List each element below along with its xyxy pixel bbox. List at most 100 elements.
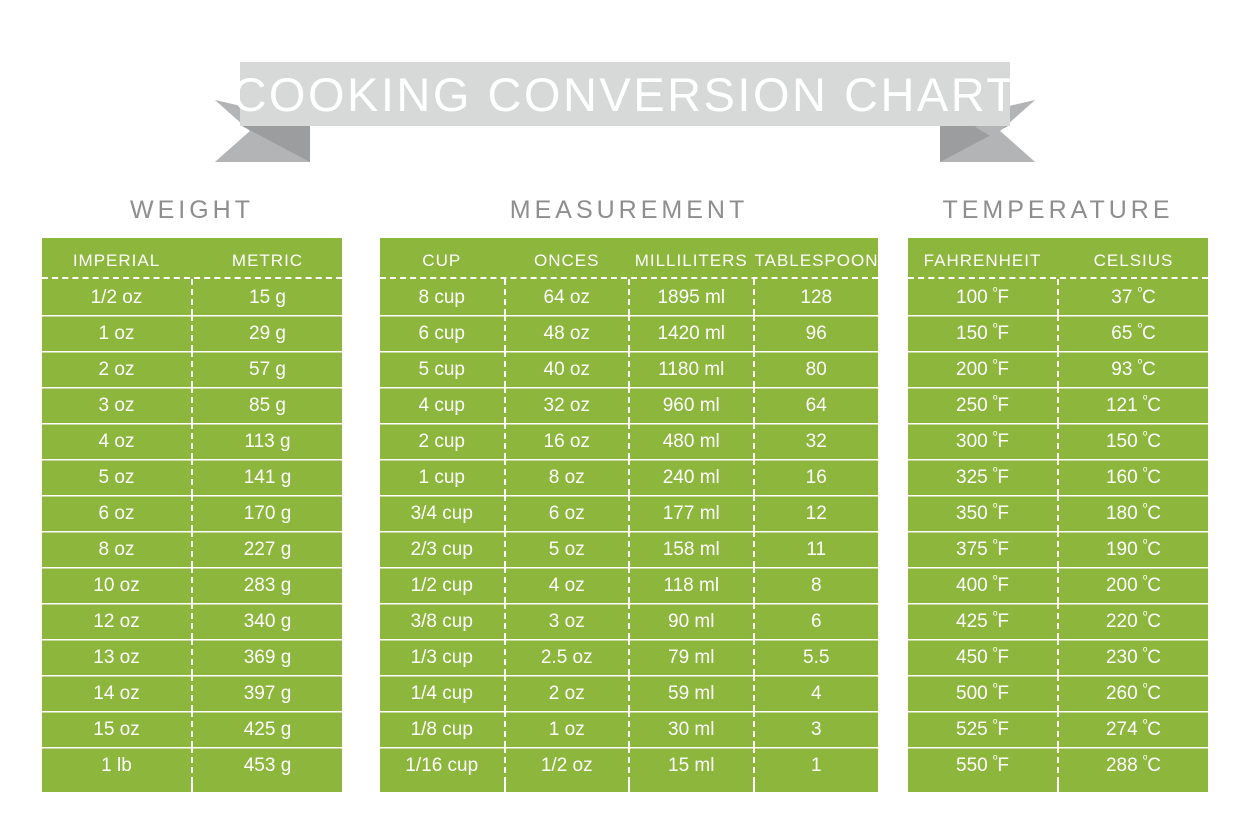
- table-cell: 300 ºF: [908, 423, 1059, 459]
- table-bottom-padding: [42, 783, 342, 792]
- column-header: ONCES: [534, 251, 600, 270]
- table-row: 400 ºF 200 ºC: [908, 567, 1208, 603]
- table-cell: 11: [753, 531, 878, 567]
- table-cell: 128: [800, 286, 833, 308]
- table-row: 1/4 cup 2 oz 59 ml 4: [380, 675, 878, 711]
- weight-table-body: 1/2 oz 15 g 1 oz 29 g2 oz 57 g3 oz 85 g4 oz 11…: [42, 279, 342, 792]
- temperature-table-head: FAHRENHEIT CELSIUS: [908, 238, 1208, 279]
- table-cell: 12: [753, 495, 878, 531]
- section-title-weight: WEIGHT: [130, 196, 254, 224]
- table-cell: 5 oz: [42, 459, 193, 495]
- table-padding-cell: [754, 783, 879, 792]
- table-cell: 1 oz: [42, 315, 193, 351]
- column-header: FAHRENHEIT: [923, 251, 1042, 270]
- table-cell: 230 ºC: [1058, 639, 1208, 675]
- table-cell: 121 ºC: [1058, 387, 1208, 423]
- table-padding-cell: [504, 783, 630, 792]
- table-cell: 13 oz: [42, 639, 193, 675]
- table-cell: 1/8 cup: [380, 711, 506, 747]
- table-cell: 5.5: [753, 639, 878, 675]
- table-row: 325 ºF 160 ºC: [908, 459, 1208, 495]
- column-header: CUP: [422, 251, 462, 270]
- table-cell: 64: [753, 387, 878, 423]
- table-header-row: FAHRENHEIT CELSIUS: [908, 238, 1208, 277]
- section-title-measurement: MEASUREMENT: [509, 196, 749, 224]
- table-cell: 5 cup: [380, 351, 506, 387]
- table-cell: 113 g: [192, 423, 342, 459]
- table-row: 250 ºF 121 ºC: [908, 387, 1208, 423]
- table-row: 1/2 cup 4 oz 118 ml 8: [380, 567, 878, 603]
- table-header-row: CUP ONCES MILLILITERS TABLESPOONS: [380, 238, 891, 277]
- table-cell: 1180 ml: [629, 351, 755, 387]
- table-cell: 3/4 cup: [380, 495, 506, 531]
- table-cell: 4 oz: [504, 567, 630, 603]
- column-header: IMPERIAL: [72, 251, 161, 270]
- column-header: MILLILITERS: [634, 251, 748, 270]
- table-cell: 2/3 cup: [380, 531, 506, 567]
- table-padding-cell: [629, 783, 755, 792]
- table-row: 2/3 cup 5 oz 158 ml 11: [380, 531, 878, 567]
- table-row: 8 cup 64 oz 1895 ml 128: [380, 279, 878, 315]
- table-row: 450 ºF 230 ºC: [908, 639, 1208, 675]
- table-cell: 480 ml: [629, 423, 755, 459]
- table-row: 8 oz 227 g: [42, 531, 342, 567]
- table-cell: 397 g: [192, 675, 342, 711]
- table-cell: 375 ºF: [908, 531, 1059, 567]
- table-row: 5 cup 40 oz 1180 ml 80: [380, 351, 878, 387]
- table-cell: 160 ºC: [1058, 459, 1208, 495]
- table-row: 425 ºF 220 ºC: [908, 603, 1208, 639]
- table-cell: 350 ºF: [908, 495, 1059, 531]
- table-cell: 2 cup: [380, 423, 506, 459]
- table-row: 12 oz 340 g: [42, 603, 342, 639]
- table-cell: 57 g: [192, 351, 342, 387]
- table-cell: 369 g: [192, 639, 342, 675]
- table-cell: 525 ºF: [908, 711, 1059, 747]
- table-cell: 65 ºC: [1058, 315, 1208, 351]
- table-row: 6 cup 48 oz 1420 ml 96: [380, 315, 878, 351]
- table-cell: 5 oz: [504, 531, 630, 567]
- table-cell: 64 oz: [504, 279, 630, 315]
- temperature-table: FAHRENHEIT CELSIUS 100 ºF 37 ºC 150 ºF 65 ºC…: [908, 238, 1208, 792]
- table-cell: 2.5 oz: [504, 639, 630, 675]
- table-bottom-padding: [908, 783, 1208, 792]
- column-header: TABLESPOONS: [754, 251, 891, 270]
- table-cell: 1/2 oz: [42, 279, 193, 315]
- table-cell: 3 oz: [42, 387, 193, 423]
- table-cell: 118 ml: [629, 567, 755, 603]
- table-cell: 80: [753, 351, 878, 387]
- table-cell: 4 oz: [42, 423, 193, 459]
- table-cell: 325 ºF: [908, 459, 1059, 495]
- weight-table: IMPERIAL METRIC 1/2 oz 15 g 1 oz 29 g2 oz 57 …: [42, 238, 342, 792]
- table-row: 3/4 cup 6 oz 177 ml 12: [380, 495, 878, 531]
- table-cell: 170 g: [192, 495, 342, 531]
- table-cell: 1/16 cup: [380, 747, 506, 783]
- table-cell: 8 oz: [42, 531, 193, 567]
- table-row: 300 ºF 150 ºC: [908, 423, 1208, 459]
- section-measurement: MEASUREMENT CUP ONCES MILLILITERS TABLESPOO…: [380, 196, 891, 792]
- table-cell: 150 ºF: [908, 315, 1059, 351]
- table-cell: 190 ºC: [1058, 531, 1208, 567]
- table-padding-cell: [192, 783, 342, 792]
- table-cell: 14 oz: [42, 675, 193, 711]
- table-cell: 6 cup: [380, 315, 506, 351]
- table-row: 15 oz 425 g: [42, 711, 342, 747]
- table-cell: 90 ml: [629, 603, 755, 639]
- table-row: 1 lb 453 g: [42, 747, 342, 783]
- table-cell: 30 ml: [629, 711, 755, 747]
- measurement-table-body: 8 cup 64 oz 1895 ml 128 6 cup 48 oz 1420 ml 96 5…: [380, 279, 878, 792]
- table-cell: 2 oz: [504, 675, 630, 711]
- table-cell: 1/2 cup: [380, 567, 506, 603]
- table-cell: 180 ºC: [1058, 495, 1208, 531]
- table-row: 4 cup 32 oz 960 ml 64: [380, 387, 878, 423]
- table-cell: 4: [753, 675, 878, 711]
- table-padding-cell: [1058, 783, 1208, 792]
- table-row: 100 ºF 37 ºC: [908, 279, 1208, 315]
- measurement-table-head: CUP ONCES MILLILITERS TABLESPOONS: [380, 238, 891, 279]
- table-cell: 150 ºC: [1058, 423, 1208, 459]
- table-cell: 93 ºC: [1058, 351, 1208, 387]
- measurement-table: CUP ONCES MILLILITERS TABLESPOONS 8 cup 64 o…: [380, 238, 891, 792]
- section-title-temperature: TEMPERATURE: [942, 196, 1174, 224]
- table-cell: 3/8 cup: [380, 603, 506, 639]
- table-cell: 1 lb: [42, 747, 193, 783]
- table-cell: 200 ºF: [908, 351, 1059, 387]
